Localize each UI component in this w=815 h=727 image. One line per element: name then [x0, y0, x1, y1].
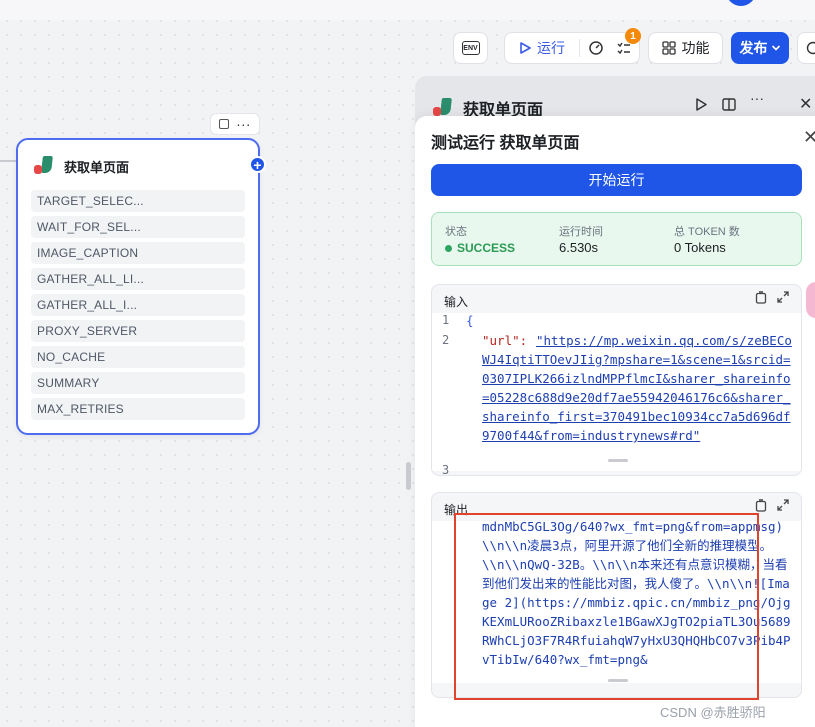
status-label: 状态: [445, 226, 467, 238]
issues-badge: 1: [625, 28, 641, 44]
history-icon: [806, 41, 815, 55]
input-code-editor[interactable]: 1 2 3 { "url": "https://mp.weixin.qq.com…: [432, 313, 801, 475]
time-value: 6.530s: [559, 240, 599, 255]
run-label[interactable]: 运行: [537, 38, 565, 58]
chevron-down-icon: [771, 45, 780, 51]
expand-icon[interactable]: [777, 291, 789, 303]
param-item: TARGET_SELEC...: [31, 190, 245, 212]
input-actions: [755, 291, 789, 304]
input-url-value[interactable]: "https://mp.weixin.qq.com/s/zeBECoWJ4Iqt…: [482, 331, 797, 445]
grid-icon: [661, 41, 676, 55]
status-value: SUCCESS: [457, 241, 516, 255]
line-number: 1: [442, 313, 450, 327]
param-item: GATHER_ALL_I...: [31, 294, 245, 316]
resize-handle[interactable]: [406, 462, 411, 490]
history-button[interactable]: [797, 32, 815, 64]
output-actions: [755, 499, 789, 512]
param-item: PROXY_SERVER: [31, 320, 245, 342]
function-button[interactable]: 功能: [648, 32, 723, 64]
gauge-icon[interactable]: [588, 40, 604, 56]
copy-icon[interactable]: [755, 291, 767, 304]
start-run-button[interactable]: 开始运行: [431, 164, 802, 196]
connection-edge: [0, 160, 16, 162]
param-item: IMAGE_CAPTION: [31, 242, 245, 264]
input-panel: 输入 1 2 3 { "url": "https://mp.weixin.qq.…: [431, 284, 802, 476]
param-item: GATHER_ALL_LI...: [31, 268, 245, 290]
param-item: MAX_RETRIES: [31, 398, 245, 420]
close-icon[interactable]: ✕: [803, 127, 815, 148]
plugin-logo-icon: [433, 98, 453, 118]
param-item: NO_CACHE: [31, 346, 245, 368]
node-card[interactable]: 获取单页面 TARGET_SELEC... WAIT_FOR_SEL... IM…: [16, 138, 260, 435]
line-number: 2: [442, 333, 450, 347]
watermark: CSDN @赤胜骄阳: [660, 705, 766, 720]
run-button-group[interactable]: 运行: [504, 32, 640, 64]
env-icon: ENV: [461, 41, 480, 55]
run-status-card: 状态 SUCCESS 运行时间 6.530s 总 TOKEN 数 0 Token…: [431, 212, 802, 266]
add-node-handle[interactable]: +: [249, 156, 266, 173]
node-toolbar[interactable]: ...: [210, 113, 260, 135]
floating-tab[interactable]: [806, 282, 815, 318]
param-list: TARGET_SELEC... WAIT_FOR_SEL... IMAGE_CA…: [31, 190, 245, 424]
test-run-title: 测试运行 获取单页面: [431, 135, 580, 152]
function-label: 功能: [681, 40, 710, 56]
success-dot-icon: [445, 244, 452, 252]
publish-button[interactable]: 发布: [731, 32, 789, 64]
play-icon[interactable]: [695, 98, 707, 111]
line-number: 3: [442, 463, 450, 476]
input-label: 输入: [444, 295, 469, 309]
node-title: 获取单页面: [64, 159, 130, 175]
top-strip: [0, 0, 815, 20]
copy-icon[interactable]: [755, 499, 767, 512]
time-label: 运行时间: [559, 226, 603, 238]
token-value: 0 Tokens: [674, 240, 726, 255]
json-brace: {: [466, 313, 474, 328]
param-item: WAIT_FOR_SEL...: [31, 216, 245, 238]
plugin-logo-icon: [34, 156, 54, 176]
node-header: 获取单页面: [34, 156, 129, 176]
expand-icon[interactable]: [777, 499, 789, 511]
select-icon[interactable]: [218, 119, 229, 129]
more-icon[interactable]: ...: [236, 114, 251, 128]
token-label: 总 TOKEN 数: [674, 226, 740, 238]
param-item: SUMMARY: [31, 372, 245, 394]
more-icon[interactable]: ···: [750, 90, 764, 106]
highlight-box: [454, 513, 759, 700]
status-badge: SUCCESS: [445, 241, 515, 255]
drag-handle[interactable]: [608, 459, 628, 462]
play-icon: [520, 42, 531, 54]
env-button[interactable]: ENV: [453, 32, 488, 64]
divider: [579, 39, 580, 57]
publish-label: 发布: [739, 40, 768, 56]
close-icon[interactable]: ✕: [799, 94, 812, 114]
book-icon[interactable]: [722, 98, 736, 111]
